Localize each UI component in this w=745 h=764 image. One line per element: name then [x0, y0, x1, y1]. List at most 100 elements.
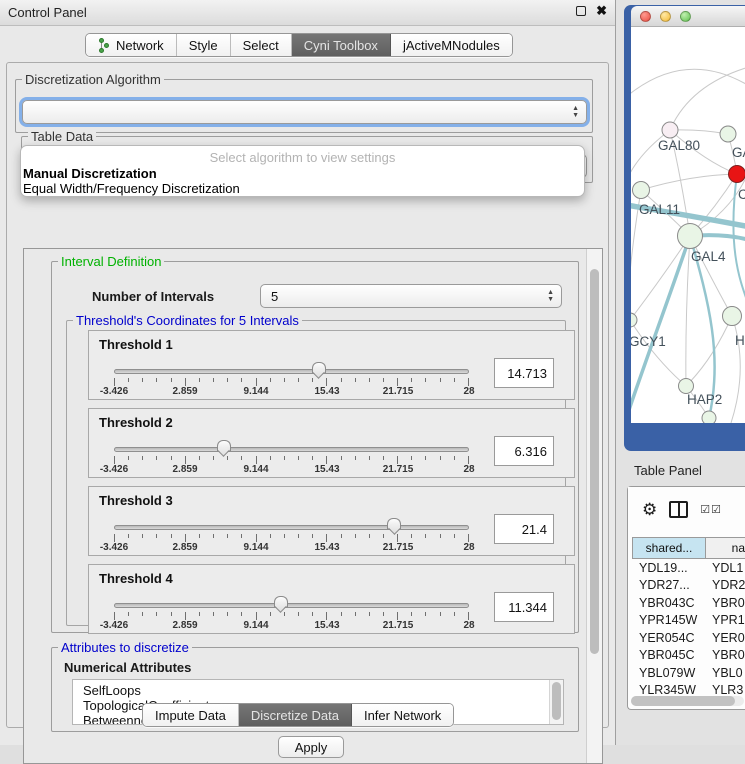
node-label-ga-partial: GA: [732, 145, 745, 160]
tick-label: 28: [463, 464, 474, 475]
tick-label: 21.715: [383, 542, 414, 553]
cell-shared-name[interactable]: YBR045C: [632, 648, 708, 662]
tab-network[interactable]: Network: [86, 34, 177, 56]
cell-name[interactable]: YDR2: [708, 578, 745, 592]
threshold-3-row: Threshold 3 -3.4262.8599.14415.4321.7152…: [88, 486, 575, 556]
node-label-gal80: GAL80: [658, 138, 700, 153]
close-traffic-light[interactable]: [640, 11, 651, 22]
panel-scrollbar[interactable]: [586, 249, 602, 763]
table-row[interactable]: YBR043CYBR0: [632, 594, 745, 612]
number-of-intervals-combo[interactable]: 5 ▲▼: [260, 284, 562, 308]
gear-icon[interactable]: ⚙: [642, 501, 657, 518]
node-label-c-partial: C: [738, 187, 745, 202]
stepper-icon: ▲▼: [572, 105, 579, 119]
threshold-4-value-field[interactable]: 11.344: [494, 592, 554, 622]
network-icon: [98, 38, 111, 53]
slider-tick-labels: -3.4262.8599.14415.4321.71528: [114, 464, 469, 476]
cell-shared-name[interactable]: YPR145W: [632, 613, 708, 627]
tick-label: 21.715: [383, 620, 414, 631]
table-row[interactable]: YLR345WYLR3: [632, 682, 745, 696]
zoom-traffic-light[interactable]: [680, 11, 691, 22]
interval-definition-group: Interval Definition Number of Intervals …: [51, 261, 579, 633]
discretization-algorithm-group: Discretization Algorithm ▲▼: [15, 79, 593, 133]
node-label-gal11: GAL11: [639, 202, 680, 217]
minimize-traffic-light[interactable]: [660, 11, 671, 22]
slider-tick-labels: -3.4262.8599.14415.4321.71528: [114, 542, 469, 554]
threshold-2-slider-track[interactable]: [114, 447, 469, 452]
threshold-1-value-field[interactable]: 14.713: [494, 358, 554, 388]
threshold-2-value-field[interactable]: 6.316: [494, 436, 554, 466]
table-row[interactable]: YDR27...YDR2: [632, 577, 745, 595]
apply-button[interactable]: Apply: [278, 736, 344, 758]
table-row[interactable]: YPR145WYPR1: [632, 612, 745, 630]
tick-label: 2.859: [172, 464, 197, 475]
list-scrollbar[interactable]: [549, 680, 563, 724]
control-panel-window: Control Panel ✖ Network Style Select Cyn…: [0, 0, 616, 745]
network-view-titlebar: [631, 6, 745, 27]
cell-shared-name[interactable]: YBR043C: [632, 596, 708, 610]
cell-name[interactable]: YPR1: [708, 613, 745, 627]
cyni-toolbox-panel: Discretization Algorithm ▲▼ Table Data g…: [6, 62, 609, 728]
tab-jactivemnodules[interactable]: jActiveMNodules: [391, 34, 512, 56]
table-data-title: Table Data: [28, 129, 96, 144]
tick-label: 9.144: [243, 386, 268, 397]
thresholds-group: Threshold's Coordinates for 5 Intervals …: [66, 320, 566, 626]
tab-impute-data[interactable]: Impute Data: [143, 704, 239, 726]
cell-shared-name[interactable]: YER054C: [632, 631, 708, 645]
table-row[interactable]: YER054CYER0: [632, 629, 745, 647]
tab-infer-network[interactable]: Infer Network: [352, 704, 453, 726]
tick-label: 2.859: [172, 620, 197, 631]
option-equal-width-frequency[interactable]: Equal Width/Frequency Discretization: [23, 181, 240, 196]
tab-discretize-data[interactable]: Discretize Data: [239, 704, 352, 726]
tick-label: -3.426: [100, 464, 128, 475]
threshold-4-slider-track[interactable]: [114, 603, 469, 608]
float-window-icon[interactable]: [576, 6, 586, 16]
cell-shared-name[interactable]: YBL079W: [632, 666, 708, 680]
attribute-list-item[interactable]: SelfLoops: [83, 683, 141, 698]
cell-name[interactable]: YBL0: [708, 666, 745, 680]
cell-name[interactable]: YDL1: [708, 561, 745, 575]
number-of-intervals-label: Number of Intervals: [92, 289, 214, 304]
threshold-3-slider-track[interactable]: [114, 525, 469, 530]
column-header-shared-name[interactable]: shared...: [632, 538, 706, 558]
tick-label: 21.715: [383, 464, 414, 475]
threshold-1-slider-track[interactable]: [114, 369, 469, 374]
tab-style[interactable]: Style: [177, 34, 231, 56]
cell-name[interactable]: YER0: [708, 631, 745, 645]
cell-shared-name[interactable]: YDR27...: [632, 578, 708, 592]
table-hscrollbar[interactable]: [631, 696, 744, 706]
tick-label: 15.43: [314, 464, 339, 475]
threshold-3-value-field[interactable]: 21.4: [494, 514, 554, 544]
network-canvas[interactable]: GAL80 GA C GAL11 GAL4 GCY1 H HAP2: [631, 27, 745, 423]
tick-label: 9.144: [243, 542, 268, 553]
column-header-name[interactable]: na: [706, 538, 745, 558]
cell-shared-name[interactable]: YDL19...: [632, 561, 708, 575]
panel-scrollbar-thumb[interactable]: [590, 269, 599, 654]
tick-label: 15.43: [314, 386, 339, 397]
discretization-algorithm-title: Discretization Algorithm: [22, 72, 164, 87]
tick-label: 2.859: [172, 386, 197, 397]
cell-name[interactable]: YLR3: [708, 683, 745, 695]
network-view-window: GAL80 GA C GAL11 GAL4 GCY1 H HAP2: [624, 5, 745, 451]
columns-icon[interactable]: [669, 501, 688, 518]
tick-label: -3.426: [100, 620, 128, 631]
top-tab-bar: Network Style Select Cyni Toolbox jActiv…: [85, 33, 513, 57]
checkbox-icons[interactable]: ☑☑: [700, 503, 722, 516]
tab-select[interactable]: Select: [231, 34, 292, 56]
cell-shared-name[interactable]: YLR345W: [632, 683, 708, 695]
close-icon[interactable]: ✖: [596, 5, 607, 17]
slider-tick-labels: -3.4262.8599.14415.4321.71528: [114, 620, 469, 632]
tick-label: 2.859: [172, 542, 197, 553]
option-manual-discretization[interactable]: Manual Discretization: [23, 166, 157, 181]
cell-name[interactable]: YBR0: [708, 648, 745, 662]
settings-scroll-viewport: Interval Definition Number of Intervals …: [23, 248, 603, 764]
algorithm-combo[interactable]: ▲▼: [22, 100, 587, 124]
table-row[interactable]: YDL19...YDL1: [632, 559, 745, 577]
tab-cyni-toolbox[interactable]: Cyni Toolbox: [292, 34, 391, 56]
table-row[interactable]: YBL079WYBL0: [632, 664, 745, 682]
tick-label: 9.144: [243, 620, 268, 631]
cell-name[interactable]: YBR0: [708, 596, 745, 610]
table-row[interactable]: YBR045CYBR0: [632, 647, 745, 665]
tick-label: -3.426: [100, 542, 128, 553]
tick-label: -3.426: [100, 386, 128, 397]
